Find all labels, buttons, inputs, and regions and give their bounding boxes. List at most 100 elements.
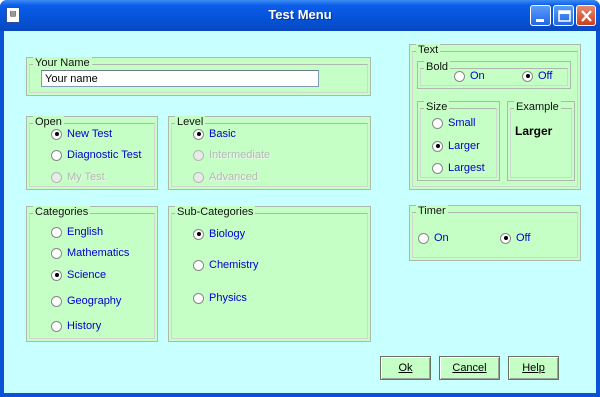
bold-option-off[interactable]: Off [522, 70, 552, 82]
radio-label: My Test [67, 171, 105, 183]
radio-label: Intermediate [209, 149, 271, 161]
minimize-icon [536, 19, 544, 22]
size-option-largest[interactable]: Largest [432, 162, 485, 174]
level-group: Level Basic Intermediate Advanced [168, 116, 371, 190]
open-group: Open New Test Diagnostic Test My Test [26, 116, 158, 190]
radio-label: On [470, 70, 485, 82]
level-option-intermediate: Intermediate [193, 149, 270, 161]
example-group: Example Larger [507, 101, 575, 181]
window-title: Test Menu [268, 7, 332, 22]
category-option-english[interactable]: English [51, 226, 103, 238]
subcategory-option-physics[interactable]: Physics [193, 292, 247, 304]
maximize-button[interactable] [553, 5, 574, 26]
help-button[interactable]: Help [508, 356, 559, 380]
radio-unselected-icon [51, 320, 62, 332]
category-option-history[interactable]: History [51, 320, 101, 332]
radio-label: Physics [209, 292, 247, 304]
window-frame: ▤ Test Menu Your Name Ope [0, 0, 600, 397]
level-option-advanced: Advanced [193, 171, 258, 183]
radio-selected-icon [51, 128, 62, 140]
ok-button[interactable]: Ok [380, 356, 431, 380]
radio-label: Off [538, 70, 553, 82]
size-option-larger[interactable]: Larger [432, 140, 480, 152]
cancel-button-label: Cancel [452, 362, 487, 374]
subcategory-option-biology[interactable]: Biology [193, 228, 245, 240]
example-preview-text: Larger [515, 124, 553, 138]
categories-group: Categories English Mathematics Science G… [26, 206, 158, 342]
radio-label: On [434, 232, 449, 244]
minimize-button[interactable] [530, 5, 551, 26]
category-option-geography[interactable]: Geography [51, 295, 121, 307]
subcategory-option-chemistry[interactable]: Chemistry [193, 259, 259, 271]
timer-option-off[interactable]: Off [500, 232, 530, 244]
radio-unselected-icon [432, 117, 443, 129]
radio-unselected-icon [51, 295, 62, 307]
open-option-new-test[interactable]: New Test [51, 128, 112, 140]
text-legend: Text [416, 44, 441, 56]
radio-unselected-icon [432, 162, 443, 174]
your-name-legend: Your Name [33, 57, 92, 69]
radio-label: Largest [448, 162, 485, 174]
timer-group: Timer On Off [409, 205, 581, 261]
bold-group: Bold On Off [417, 61, 571, 89]
radio-unselected-icon [193, 149, 204, 161]
maximize-icon [558, 10, 571, 22]
bold-legend: Bold [424, 61, 451, 73]
radio-label: Off [516, 232, 531, 244]
level-legend: Level [175, 116, 206, 128]
timer-option-on[interactable]: On [418, 232, 449, 244]
radio-unselected-icon [51, 226, 62, 238]
your-name-group: Your Name [26, 57, 371, 96]
cancel-button[interactable]: Cancel [439, 356, 500, 380]
radio-label: Advanced [209, 171, 258, 183]
radio-label: Geography [67, 295, 122, 307]
radio-unselected-icon [51, 149, 62, 161]
radio-unselected-icon [418, 232, 429, 244]
your-name-input[interactable] [41, 70, 319, 87]
radio-label: Biology [209, 228, 246, 240]
dialog-body: Your Name Open New Test Diagnostic Test … [4, 31, 596, 393]
open-option-diagnostic-test[interactable]: Diagnostic Test [51, 149, 141, 161]
radio-label: Mathematics [67, 247, 130, 259]
category-option-science[interactable]: Science [51, 269, 106, 281]
close-icon [581, 10, 592, 22]
subcategories-group: Sub-Categories Biology Chemistry Physics [168, 206, 371, 342]
radio-label: Science [67, 269, 107, 281]
level-option-basic[interactable]: Basic [193, 128, 236, 140]
category-option-mathematics[interactable]: Mathematics [51, 247, 129, 259]
radio-label: Small [448, 117, 476, 129]
open-option-my-test: My Test [51, 171, 105, 183]
radio-label: Basic [209, 128, 236, 140]
size-group: Size Small Larger Largest [417, 101, 500, 181]
radio-label: Larger [448, 140, 480, 152]
close-button[interactable] [576, 5, 596, 26]
radio-unselected-icon [193, 259, 204, 271]
radio-selected-icon [193, 228, 204, 240]
categories-legend: Categories [33, 206, 91, 218]
radio-label: New Test [67, 128, 113, 140]
radio-selected-icon [432, 140, 443, 152]
radio-selected-icon [193, 128, 204, 140]
subcategories-legend: Sub-Categories [175, 206, 256, 218]
radio-unselected-icon [193, 292, 204, 304]
radio-selected-icon [522, 70, 533, 82]
bold-option-on[interactable]: On [454, 70, 485, 82]
title-bar[interactable]: ▤ Test Menu [0, 0, 600, 31]
ok-button-label: Ok [398, 362, 413, 374]
radio-unselected-icon [51, 247, 62, 259]
radio-label: English [67, 226, 104, 238]
timer-legend: Timer [416, 205, 448, 217]
radio-unselected-icon [51, 171, 62, 183]
help-button-label: Help [522, 362, 545, 374]
radio-selected-icon [51, 269, 62, 281]
radio-label: Diagnostic Test [67, 149, 142, 161]
example-legend: Example [514, 101, 561, 113]
size-legend: Size [424, 101, 450, 113]
open-legend: Open [33, 116, 64, 128]
radio-unselected-icon [193, 171, 204, 183]
radio-selected-icon [500, 232, 511, 244]
text-group: Text Bold On Off Size Small Larger Large… [409, 44, 581, 190]
radio-unselected-icon [454, 70, 465, 82]
size-option-small[interactable]: Small [432, 117, 476, 129]
radio-label: History [67, 320, 102, 332]
